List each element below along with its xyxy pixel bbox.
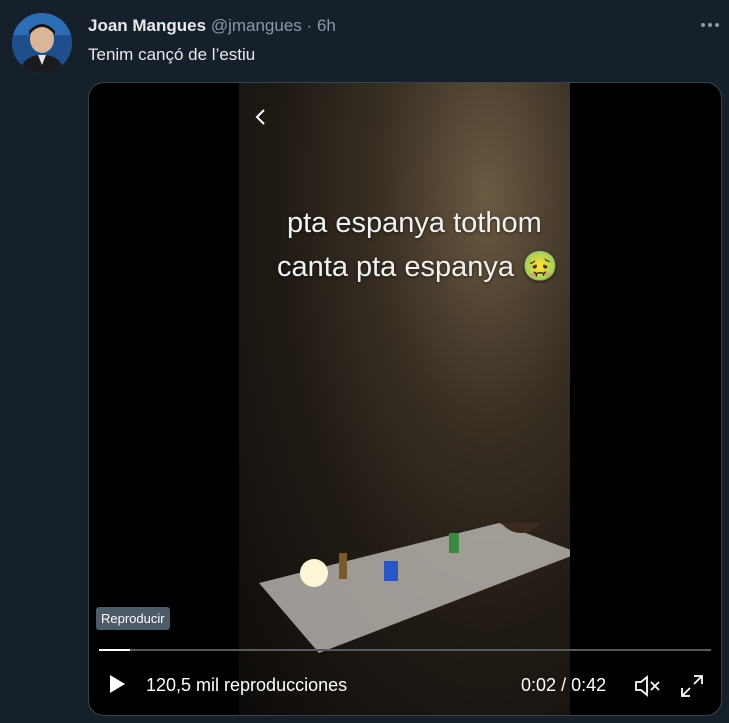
caption-line-1: pta espanya tothom	[287, 207, 542, 239]
caption-line-2: canta pta espanya 🤢	[277, 251, 559, 283]
separator: ·	[306, 16, 313, 35]
mute-icon[interactable]	[634, 673, 662, 699]
tweet-text: Tenim cançó de l’estiu	[88, 45, 256, 64]
play-tooltip: Reproducir	[96, 607, 170, 630]
dot	[708, 23, 712, 27]
more-dots-icon[interactable]	[699, 14, 721, 36]
duration: 0:42	[571, 675, 607, 695]
video-frame[interactable]: pta espanya tothom canta pta espanya 🤢	[239, 83, 570, 715]
back-chevron-icon[interactable]	[251, 107, 271, 127]
dot	[715, 23, 719, 27]
author-handle[interactable]: @jmangues	[211, 16, 302, 35]
user-avatar-icon	[12, 13, 72, 73]
fullscreen-icon[interactable]	[679, 673, 705, 699]
progress-bar[interactable]	[99, 649, 711, 651]
tweet-header: Joan Mangues @jmangues · 6h	[88, 15, 336, 37]
author-name[interactable]: Joan Mangues	[88, 16, 206, 35]
current-time: 0:02	[521, 675, 557, 695]
avatar[interactable]	[12, 13, 72, 73]
dot	[701, 23, 705, 27]
play-icon	[110, 675, 125, 693]
scene-illustration	[259, 523, 570, 653]
time-separator: /	[561, 675, 567, 695]
tweet-time[interactable]: 6h	[317, 16, 336, 35]
play-button[interactable]	[95, 662, 139, 706]
view-count: 120,5 mil reproducciones	[146, 675, 348, 695]
progress-fill	[99, 649, 130, 651]
video-player[interactable]: pta espanya tothom canta pta espanya 🤢 R…	[88, 82, 722, 716]
video-caption: pta espanya tothom canta pta espanya 🤢	[277, 201, 558, 289]
time-display: 0:02 / 0:42	[521, 675, 606, 696]
